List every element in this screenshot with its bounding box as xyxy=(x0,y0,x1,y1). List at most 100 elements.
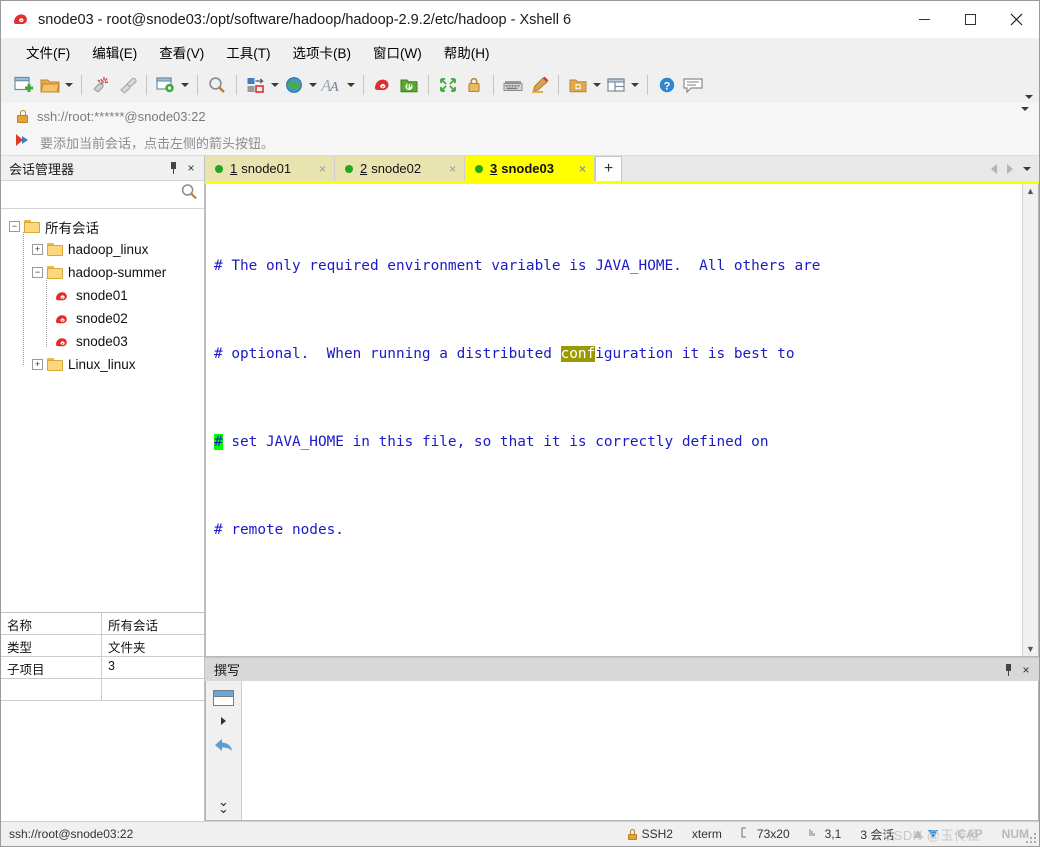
tab-snode03[interactable]: 3 snode03 × xyxy=(465,156,595,181)
maximize-button[interactable] xyxy=(947,1,993,38)
tree-node-hadoop-linux[interactable]: + hadoop_linux xyxy=(1,238,204,261)
session-tree: − 所有会话 + hadoop_linux − hadoop-summer sn… xyxy=(1,209,204,612)
new-tab-button[interactable]: + xyxy=(595,156,622,181)
compose-window-icon[interactable] xyxy=(213,690,234,706)
search-icon[interactable] xyxy=(180,183,198,206)
red-arrow-icon xyxy=(15,133,32,152)
disconnect-icon[interactable] xyxy=(88,72,114,98)
menu-tabs[interactable]: 选项卡(B) xyxy=(284,39,361,65)
session-properties-icon[interactable] xyxy=(153,72,179,98)
open-folder-dropdown-caret-icon[interactable] xyxy=(63,72,75,98)
globe-icon[interactable] xyxy=(281,72,307,98)
property-value-empty xyxy=(102,679,204,701)
address-dropdown-caret-icon[interactable] xyxy=(1021,107,1029,129)
connected-status-icon xyxy=(475,164,483,173)
menu-file[interactable]: 文件(F) xyxy=(17,39,79,65)
collapse-expander-icon[interactable]: − xyxy=(32,267,43,278)
status-size-label: 73x20 xyxy=(756,827,790,841)
address-bar[interactable]: ssh://root:******@snode03:22 xyxy=(1,103,1039,129)
scrollbar-thumb[interactable] xyxy=(1024,198,1037,642)
scroll-up-icon[interactable]: ▲ xyxy=(1026,186,1035,196)
highlight-pen-icon[interactable] xyxy=(526,72,552,98)
expand-expander-icon[interactable]: + xyxy=(32,359,43,370)
menu-edit[interactable]: 编辑(E) xyxy=(83,39,146,65)
tab-scroll-left-icon[interactable] xyxy=(991,163,997,174)
toolbar-overflow-caret-icon[interactable] xyxy=(1025,67,1033,103)
globe-dropdown-caret-icon[interactable] xyxy=(307,72,319,98)
chat-icon[interactable] xyxy=(680,72,706,98)
tab-index: 1 xyxy=(230,161,238,176)
close-button[interactable] xyxy=(993,1,1039,38)
fullscreen-icon[interactable] xyxy=(435,72,461,98)
minimize-button[interactable] xyxy=(901,1,947,38)
terminal-output[interactable]: # The only required environment variable… xyxy=(206,184,1022,656)
lock-icon[interactable] xyxy=(461,72,487,98)
compose-send-back-icon[interactable] xyxy=(213,736,235,759)
compose-panel: 撰写 × ⌄ ⌄ xyxy=(205,657,1039,821)
tab-scroll-right-icon[interactable] xyxy=(1007,163,1013,174)
tree-node-label: hadoop-summer xyxy=(68,265,167,280)
menu-bar: 文件(F) 编辑(E) 查看(V) 工具(T) 选项卡(B) 窗口(W) 帮助(… xyxy=(1,38,1039,67)
xshell-icon[interactable] xyxy=(370,72,396,98)
transfer-file-icon[interactable] xyxy=(243,72,269,98)
session-properties-dropdown-caret-icon[interactable] xyxy=(179,72,191,98)
status-bar: ssh://root@snode03:22 SSH2 xterm 73x20 3… xyxy=(1,821,1039,846)
connected-status-icon xyxy=(215,164,223,173)
pin-icon[interactable] xyxy=(999,661,1017,679)
property-value: 3 xyxy=(102,657,204,679)
property-row-empty xyxy=(1,679,204,701)
close-icon[interactable]: × xyxy=(182,159,200,177)
add-folder-dropdown-caret-icon[interactable] xyxy=(591,72,603,98)
tab-list-caret-icon[interactable] xyxy=(1023,166,1031,171)
pin-icon[interactable] xyxy=(164,159,182,177)
collapse-expander-icon[interactable]: − xyxy=(9,221,20,232)
reconnect-icon[interactable] xyxy=(114,72,140,98)
keyboard-icon[interactable] xyxy=(500,72,526,98)
find-icon[interactable] xyxy=(204,72,230,98)
tab-close-icon[interactable]: × xyxy=(305,162,326,176)
layout-icon[interactable] xyxy=(603,72,629,98)
new-session-icon[interactable] xyxy=(11,72,37,98)
terminal-scrollbar[interactable]: ▲ ▼ xyxy=(1022,184,1038,656)
menu-tools[interactable]: 工具(T) xyxy=(217,39,279,65)
menu-window[interactable]: 窗口(W) xyxy=(364,39,431,65)
layout-dropdown-caret-icon[interactable] xyxy=(629,72,641,98)
tree-node-linux-linux[interactable]: + Linux_linux xyxy=(1,353,204,376)
tab-close-icon[interactable]: × xyxy=(565,162,586,176)
tab-snode02[interactable]: 2 snode02 × xyxy=(335,156,465,181)
compose-title: 撰写 xyxy=(214,663,241,678)
tree-node-snode02[interactable]: snode02 xyxy=(1,307,204,330)
transfer-file-dropdown-caret-icon[interactable] xyxy=(269,72,281,98)
tab-label: snode03 xyxy=(501,161,554,176)
property-row: 名称 所有会话 xyxy=(1,613,204,635)
add-folder-icon[interactable] xyxy=(565,72,591,98)
close-icon[interactable]: × xyxy=(1017,661,1035,679)
font-dropdown-caret-icon[interactable] xyxy=(345,72,357,98)
tab-snode01[interactable]: 1 snode01 × xyxy=(205,156,335,181)
open-folder-icon[interactable] xyxy=(37,72,63,98)
compose-chevron-down-icon[interactable]: ⌄ ⌄ xyxy=(218,795,229,815)
compose-input[interactable] xyxy=(242,681,1038,820)
compose-expand-icon[interactable] xyxy=(221,717,226,725)
session-snail-icon xyxy=(55,289,71,303)
session-properties-table: 名称 所有会话 类型 文件夹 子项目 3 xyxy=(1,612,204,821)
expand-expander-icon[interactable]: + xyxy=(32,244,43,255)
font-icon[interactable]: A A xyxy=(319,72,345,98)
menu-help[interactable]: 帮助(H) xyxy=(435,39,499,65)
tree-node-snode01[interactable]: snode01 xyxy=(1,284,204,307)
session-search-box[interactable] xyxy=(1,181,204,209)
help-icon[interactable]: ? xyxy=(654,72,680,98)
tab-close-icon[interactable]: × xyxy=(435,162,456,176)
tree-node-all-sessions[interactable]: − 所有会话 xyxy=(1,215,204,238)
menu-view[interactable]: 查看(V) xyxy=(150,39,213,65)
folder-icon xyxy=(24,220,40,233)
tree-node-snode03[interactable]: snode03 xyxy=(1,330,204,353)
xftp-icon[interactable] xyxy=(396,72,422,98)
watermark-text: CSDN @玉传臣 xyxy=(883,828,981,843)
resize-grip[interactable] xyxy=(1026,833,1036,843)
scroll-down-icon[interactable]: ▼ xyxy=(1026,644,1035,654)
tree-node-hadoop-summer[interactable]: − hadoop-summer xyxy=(1,261,204,284)
toolbar-separator xyxy=(363,75,364,95)
session-search-input[interactable] xyxy=(7,186,180,203)
